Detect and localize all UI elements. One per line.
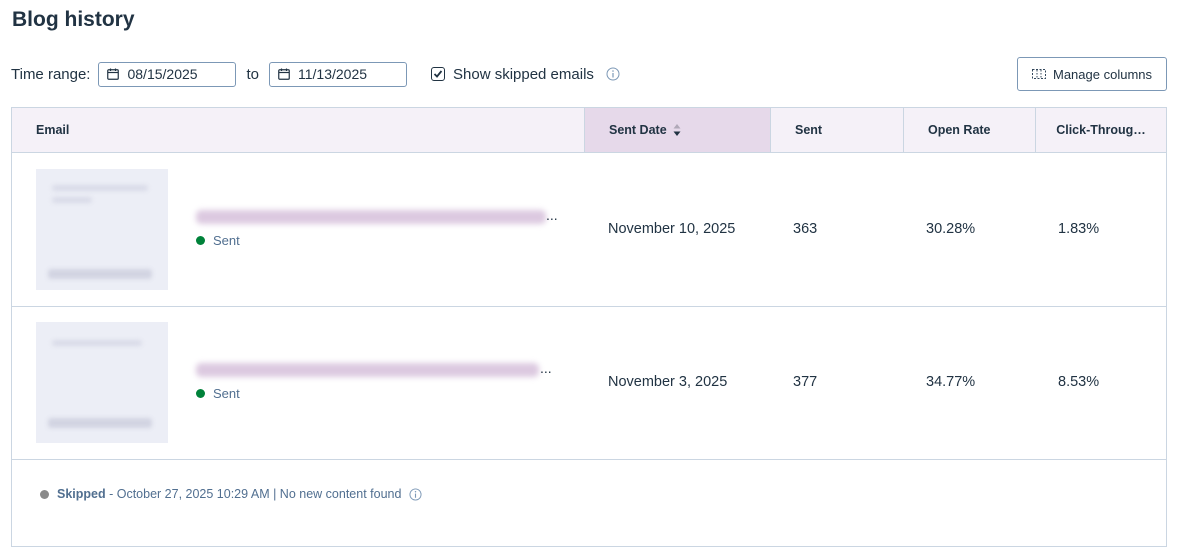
start-date-input[interactable]: 08/15/2025 [98, 61, 237, 87]
email-thumbnail[interactable] [36, 322, 168, 443]
skipped-row: Skipped - October 27, 2025 10:29 AM | No… [12, 459, 1166, 539]
column-header-click-through[interactable]: Click-Throug… [1035, 108, 1166, 152]
end-date-input[interactable]: 11/13/2025 [269, 61, 407, 87]
sent-count-cell: 377 [793, 374, 818, 390]
table-row[interactable]: ... Sent November 10, 2025 363 30.28% 1.… [12, 153, 1166, 307]
email-title-redacted[interactable] [196, 210, 546, 224]
title-ellipsis: ... [546, 207, 558, 223]
sent-date-cell: November 10, 2025 [608, 221, 736, 237]
filter-bar: Time range: 08/15/2025 to 11/13/2025 Sho… [11, 61, 620, 87]
email-thumbnail[interactable] [36, 169, 168, 290]
click-through-cell: 1.83% [1058, 221, 1100, 237]
show-skipped-label: Show skipped emails [453, 65, 594, 83]
column-header-sent-date[interactable]: Sent Date [584, 108, 770, 152]
calendar-icon [107, 68, 120, 80]
status-label: Sent [213, 386, 240, 401]
info-icon[interactable] [606, 67, 620, 81]
column-header-sent[interactable]: Sent [770, 108, 903, 152]
skipped-detail: - October 27, 2025 10:29 AM | No new con… [105, 487, 402, 501]
checkbox-check-icon [433, 70, 443, 78]
column-header-label: Sent [795, 123, 823, 137]
column-header-email[interactable]: Email [12, 108, 584, 152]
table-row[interactable]: ... Sent November 3, 2025 377 34.77% 8.5… [12, 306, 1166, 460]
page-title: Blog history [12, 8, 135, 31]
manage-columns-button[interactable]: Manage columns [1017, 57, 1167, 91]
manage-columns-label: Manage columns [1053, 66, 1152, 82]
email-history-table: Email Sent Date Sent Open Rate Click-Thr… [11, 107, 1167, 547]
sent-count-cell: 363 [793, 221, 818, 237]
column-header-label: Open Rate [928, 123, 991, 137]
skipped-status: Skipped - October 27, 2025 10:29 AM | No… [40, 487, 422, 501]
click-through-cell: 8.53% [1058, 374, 1100, 390]
sort-icon[interactable] [673, 123, 681, 137]
column-header-label: Click-Throug… [1056, 123, 1146, 137]
email-title-redacted[interactable] [196, 363, 539, 377]
column-header-open-rate[interactable]: Open Rate [903, 108, 1035, 152]
manage-columns-icon [1032, 69, 1046, 79]
show-skipped-toggle[interactable]: Show skipped emails [431, 66, 594, 83]
status-dot [40, 489, 49, 499]
calendar-icon [278, 68, 290, 80]
open-rate-cell: 34.77% [926, 374, 976, 390]
column-header-label: Sent Date [609, 123, 667, 137]
skipped-label: Skipped [57, 487, 106, 501]
title-ellipsis: ... [540, 360, 552, 376]
to-label: to [246, 65, 259, 83]
info-icon[interactable] [409, 487, 422, 501]
show-skipped-checkbox[interactable] [431, 67, 445, 81]
end-date-value: 11/13/2025 [298, 66, 368, 82]
sent-date-cell: November 3, 2025 [608, 374, 728, 390]
status-dot [196, 389, 205, 398]
status-dot [196, 236, 205, 245]
table-header: Email Sent Date Sent Open Rate Click-Thr… [12, 108, 1166, 153]
status-badge: Sent [196, 386, 240, 401]
status-badge: Sent [196, 233, 240, 248]
open-rate-cell: 30.28% [926, 221, 976, 237]
status-label: Sent [213, 233, 240, 248]
start-date-value: 08/15/2025 [127, 66, 198, 82]
column-header-label: Email [36, 123, 70, 137]
time-range-label: Time range: [11, 65, 91, 83]
